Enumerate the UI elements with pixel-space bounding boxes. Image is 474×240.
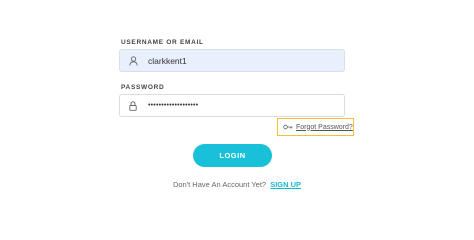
signup-line: Don't Have An Account Yet? SIGN UP xyxy=(0,180,474,189)
username-value: clarkkent1 xyxy=(148,55,187,66)
password-field[interactable]: ••••••••••••••••••• xyxy=(119,94,345,117)
signup-prompt: Don't Have An Account Yet? xyxy=(172,180,267,189)
login-form: USERNAME OR EMAIL clarkkent1 PASSWORD ••… xyxy=(0,0,474,217)
lock-icon xyxy=(126,99,140,113)
signup-link[interactable]: SIGN UP xyxy=(270,180,301,189)
forgot-password-label: Forgot Password? xyxy=(296,123,353,131)
forgot-password-link[interactable]: Forgot Password? xyxy=(277,118,354,136)
password-label: PASSWORD xyxy=(121,84,165,91)
username-field[interactable]: clarkkent1 xyxy=(119,49,345,72)
key-icon xyxy=(283,123,293,131)
username-label: USERNAME OR EMAIL xyxy=(121,39,204,46)
password-value: ••••••••••••••••••• xyxy=(148,102,199,109)
user-icon xyxy=(126,54,140,68)
login-button[interactable]: LOGIN xyxy=(193,144,272,167)
